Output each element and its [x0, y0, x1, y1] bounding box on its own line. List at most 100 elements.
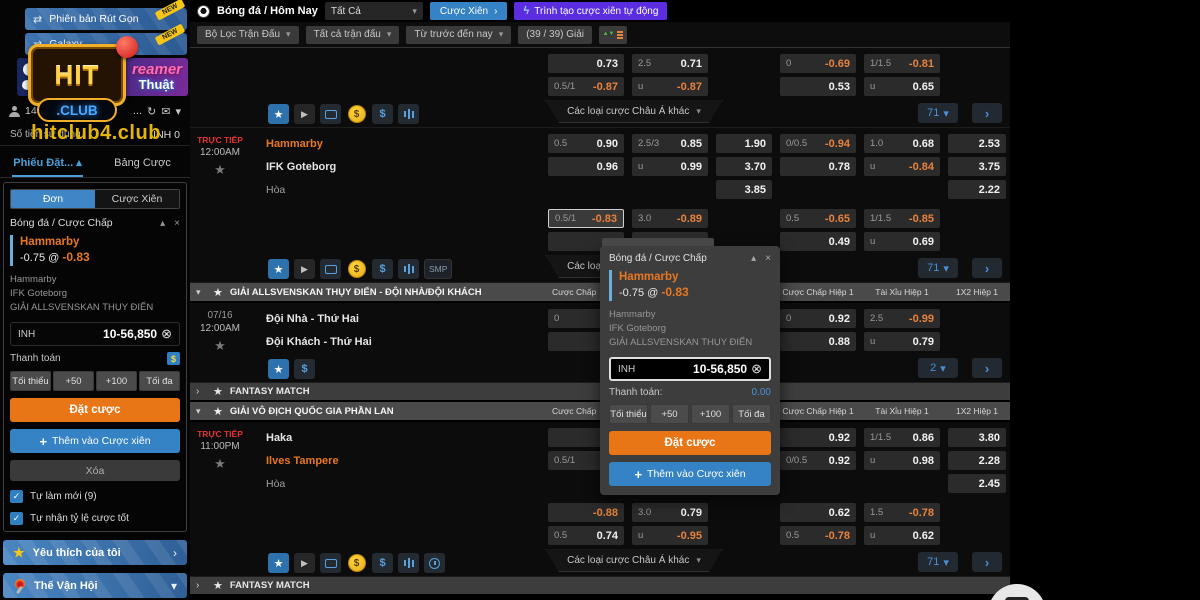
auto-refresh-row[interactable]: ✓ Tự làm mới (9) [10, 490, 180, 503]
max-stake-button[interactable]: Tối đa [732, 404, 771, 424]
coin-icon-button[interactable]: $ [346, 553, 367, 573]
next-page-button[interactable]: › [972, 552, 1002, 572]
tv-icon-button[interactable] [320, 553, 341, 573]
clear-stake-icon[interactable]: ⊗ [751, 361, 762, 377]
stake-input[interactable]: INH 10-56,850 ⊗ [10, 322, 180, 346]
bars-icon-button[interactable] [398, 104, 419, 124]
odds-cell[interactable]: 0.50.74 [548, 526, 624, 545]
plus50-button[interactable]: +50 [650, 404, 689, 424]
match-filter-dropdown[interactable]: Bộ Lọc Trận Đấu▾ [197, 26, 299, 44]
star-icon[interactable]: ★ [213, 579, 223, 592]
star-icon[interactable]: ★ [213, 385, 223, 398]
odds-cell[interactable]: u0.62 [864, 526, 940, 545]
odds-cell[interactable]: 0.53 [780, 77, 856, 96]
min-stake-button[interactable]: Tối thiểu [609, 404, 648, 424]
coin-icon-button[interactable]: $ [346, 259, 367, 279]
odds-cell[interactable]: 0-0.69 [780, 54, 856, 73]
asian-markets-tab[interactable]: Các loại cược Châu Á khác▾ [545, 100, 723, 123]
odds-cell[interactable]: 1/1.5-0.85 [864, 209, 940, 228]
odds-cell[interactable]: 0.73 [548, 54, 624, 73]
odds-cell[interactable]: 0.50.90 [548, 134, 624, 153]
mail-icon[interactable]: ✉ [161, 105, 170, 118]
odds-cell[interactable]: 3.85 [716, 180, 772, 199]
dollar-icon-button[interactable]: $ [372, 553, 393, 573]
auto-parlay-button[interactable]: ϟTrình tạo cược xiên tự động [514, 2, 667, 20]
odds-cell[interactable]: 2.28 [948, 451, 1006, 470]
odds-cell[interactable]: u0.98 [864, 451, 940, 470]
refresh-icon[interactable]: ↻ [147, 105, 156, 118]
favorite-star-icon[interactable]: ★ [190, 456, 250, 472]
tv-icon-button[interactable] [320, 259, 341, 279]
fantasy-section-header[interactable]: ›★FANTASY MATCH [190, 577, 1010, 594]
odds-cell[interactable]: 2.45 [948, 474, 1006, 493]
odds-cell[interactable]: -0.88 [548, 503, 624, 522]
favorite-star-icon[interactable]: ★ [190, 338, 250, 354]
clear-stake-icon[interactable]: ⊗ [161, 326, 172, 342]
coin-icon-button[interactable]: $ [346, 104, 367, 124]
next-page-button[interactable]: › [972, 358, 1002, 378]
plus50-button[interactable]: +50 [53, 371, 94, 391]
next-page-button[interactable]: › [972, 103, 1002, 123]
odds-cell[interactable]: 00.92 [780, 309, 856, 328]
odds-cell[interactable]: u0.65 [864, 77, 940, 96]
tab-parlay-bet[interactable]: Cược Xiên [95, 190, 179, 208]
add-to-parlay-button[interactable]: +Thêm vào Cược xiên [10, 429, 180, 453]
market-count-dropdown[interactable]: 71▾ [918, 552, 958, 572]
market-count-dropdown[interactable]: 71▾ [918, 103, 958, 123]
odds-cell[interactable]: 3.00.79 [632, 503, 708, 522]
favorites-banner[interactable]: ★ Yêu thích của tôi › [3, 540, 187, 565]
tv-icon-button[interactable] [320, 104, 341, 124]
odds-cell[interactable]: 0.5/1-0.83 [548, 209, 624, 228]
odds-cell[interactable]: 2.5-0.99 [864, 309, 940, 328]
all-matches-dropdown[interactable]: Tất cả trận đấu▾ [306, 26, 400, 44]
star-icon-button[interactable]: ★ [268, 553, 289, 573]
time-range-dropdown[interactable]: Từ trước đến nay▾ [406, 26, 511, 44]
play-icon-button[interactable]: ▶ [294, 259, 315, 279]
clear-button[interactable]: Xóa [10, 460, 180, 481]
play-icon-button[interactable]: ▶ [294, 104, 315, 124]
odds-cell[interactable]: 0/0.50.92 [780, 451, 856, 470]
dollar-icon-button[interactable]: $ [294, 359, 315, 379]
bars-icon-button[interactable] [398, 553, 419, 573]
clock-icon-button[interactable] [424, 553, 445, 573]
next-page-button[interactable]: › [972, 258, 1002, 278]
odds-cell[interactable]: 0.5-0.65 [780, 209, 856, 228]
dollar-icon-button[interactable]: $ [372, 104, 393, 124]
odds-cell[interactable]: 0.78 [780, 157, 856, 176]
tab-bet-slip[interactable]: Phiếu Đặt... ▴ [0, 150, 95, 177]
stake-input[interactable]: INH 10-56,850 ⊗ [609, 357, 771, 381]
odds-cell[interactable]: 3.75 [948, 157, 1006, 176]
odds-cell[interactable]: 3.70 [716, 157, 772, 176]
sort-button[interactable]: ▲▼ [599, 26, 627, 44]
play-icon-button[interactable]: ▶ [294, 553, 315, 573]
tab-single-bet[interactable]: Đơn [11, 190, 95, 208]
checkbox-checked-icon[interactable]: ✓ [10, 512, 23, 525]
odds-cell[interactable]: 0.88 [780, 332, 856, 351]
chevron-down-icon[interactable]: ▾ [175, 105, 181, 118]
odds-cell[interactable]: 2.50.71 [632, 54, 708, 73]
max-stake-button[interactable]: Tối đa [139, 371, 180, 391]
odds-cell[interactable]: 0.92 [780, 428, 856, 447]
add-to-parlay-button[interactable]: +Thêm vào Cược xiên [609, 462, 771, 486]
odds-cell[interactable]: 1/1.50.86 [864, 428, 940, 447]
collapse-icon[interactable]: ▴ [751, 253, 756, 264]
tab-bet-board[interactable]: Bảng Cược [95, 150, 190, 177]
odds-cell[interactable]: 0.5-0.78 [780, 526, 856, 545]
sidebar-item-compact-version[interactable]: ⇄ Phiên bản Rút Gọn NEW [25, 8, 187, 30]
odds-cell[interactable]: u-0.87 [632, 77, 708, 96]
odds-cell[interactable]: 0/0.5-0.94 [780, 134, 856, 153]
checkbox-checked-icon[interactable]: ✓ [10, 490, 23, 503]
plus100-button[interactable]: +100 [691, 404, 730, 424]
odds-cell[interactable]: 0.96 [548, 157, 624, 176]
star-icon[interactable]: ★ [213, 405, 223, 418]
odds-cell[interactable]: 1.90 [716, 134, 772, 153]
odds-cell[interactable]: 3.80 [948, 428, 1006, 447]
place-bet-button[interactable]: Đặt cược [10, 398, 180, 422]
sport-filter-select[interactable]: Tất Cả▾ [325, 2, 423, 20]
favorite-star-icon[interactable]: ★ [190, 162, 250, 178]
close-icon[interactable]: × [765, 253, 771, 264]
market-count-dropdown[interactable]: 71▾ [918, 258, 958, 278]
odds-cell[interactable]: u0.79 [864, 332, 940, 351]
odds-cell[interactable]: u-0.95 [632, 526, 708, 545]
odds-cell[interactable]: 2.22 [948, 180, 1006, 199]
